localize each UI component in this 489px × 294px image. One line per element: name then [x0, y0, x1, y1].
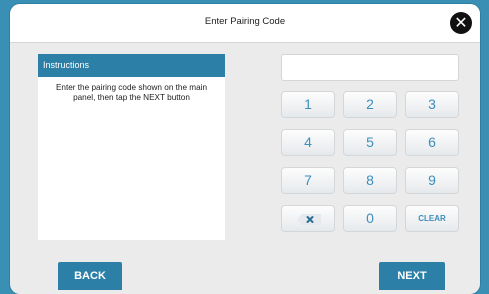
keypad-key-4[interactable]: 4	[281, 129, 335, 156]
keypad-key-0[interactable]: 0	[343, 205, 397, 232]
instructions-panel: Instructions Enter the pairing code show…	[38, 54, 225, 240]
keypad-key-9[interactable]: 9	[405, 167, 459, 194]
keypad-key-2[interactable]: 2	[343, 91, 397, 118]
backspace-button[interactable]	[281, 205, 335, 232]
dialog-title: Enter Pairing Code	[204, 16, 286, 27]
backspace-icon	[297, 214, 321, 225]
keypad-key-7[interactable]: 7	[281, 167, 335, 194]
instructions-header: Instructions	[38, 54, 225, 77]
keypad-key-8[interactable]: 8	[343, 167, 397, 194]
instructions-text: Enter the pairing code shown on the main…	[55, 83, 208, 102]
pairing-dialog: Enter Pairing Code ✕ Instructions Enter …	[10, 4, 480, 294]
keypad-key-1[interactable]: 1	[281, 91, 335, 118]
keypad-key-6[interactable]: 6	[405, 129, 459, 156]
keypad-key-3[interactable]: 3	[405, 91, 459, 118]
title-bar: Enter Pairing Code ✕	[10, 4, 480, 43]
close-icon[interactable]: ✕	[450, 12, 472, 34]
pairing-code-input[interactable]	[281, 54, 459, 81]
clear-button[interactable]: CLEAR	[405, 205, 459, 232]
keypad-key-5[interactable]: 5	[343, 129, 397, 156]
